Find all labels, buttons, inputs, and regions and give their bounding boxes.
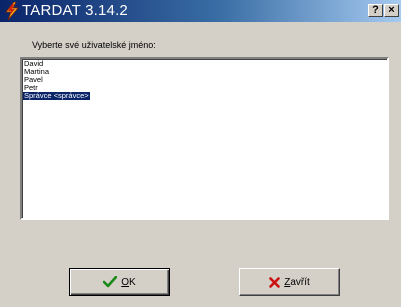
close-button-label: Zavřít (284, 276, 310, 288)
user-listbox[interactable]: David Martina Pavel Petr Správce <správce> (20, 57, 389, 220)
list-item[interactable]: Správce <správce> (23, 92, 90, 100)
lightning-icon (3, 1, 21, 21)
help-button[interactable]: ? (368, 4, 383, 17)
check-icon (103, 276, 118, 288)
ok-button-label: OK (121, 276, 136, 288)
login-dialog: TARDAT 3.14.2 ? × Vyberte své uživatelsk… (0, 0, 401, 307)
user-list: David Martina Pavel Petr Správce <správce> (22, 59, 387, 100)
title-bar[interactable]: TARDAT 3.14.2 ? × (0, 0, 401, 22)
username-prompt-label: Vyberte své uživatelské jméno: (32, 40, 156, 50)
x-icon (269, 276, 281, 288)
ok-button[interactable]: OK (69, 268, 170, 296)
window-title: TARDAT 3.14.2 (22, 2, 128, 19)
close-button[interactable]: Zavřít (239, 268, 340, 296)
window-close-button[interactable]: × (384, 4, 399, 17)
